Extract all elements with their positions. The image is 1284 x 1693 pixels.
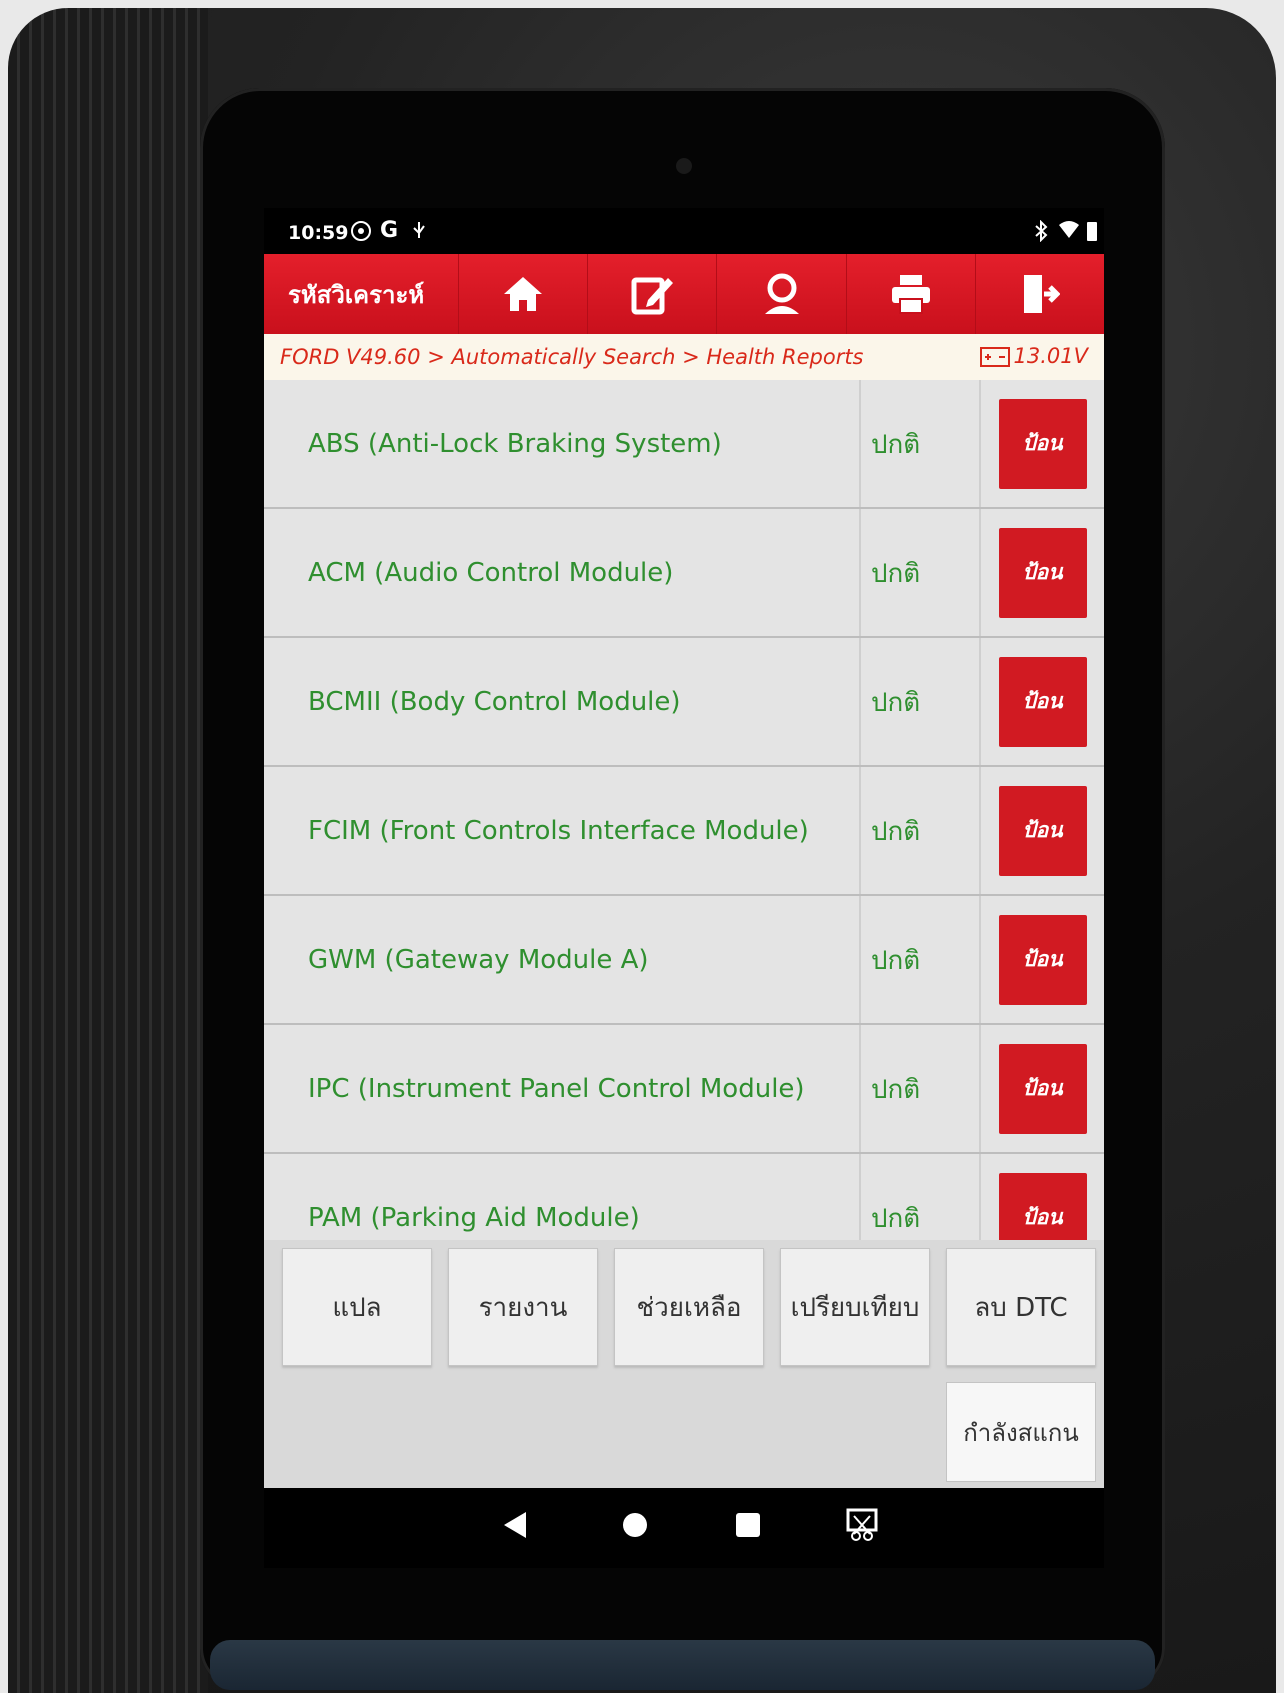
breadcrumb: FORD V49.60 > Automatically Search > Hea…: [264, 334, 1104, 380]
module-row: ABS (Anti-Lock Braking System) ปกติ ป้อน: [264, 380, 1104, 509]
compare-button[interactable]: เปรียบเทียบ: [780, 1248, 930, 1366]
enter-button[interactable]: ป้อน: [998, 527, 1087, 618]
home-nav-icon[interactable]: [623, 1513, 647, 1537]
battery-icon: [1086, 220, 1098, 247]
android-nav-bar: [264, 1488, 1104, 1568]
module-status: ปกติ: [861, 767, 981, 894]
front-camera: [676, 158, 692, 174]
usb-icon: [410, 220, 428, 247]
module-row: BCMII (Body Control Module) ปกติ ป้อน: [264, 638, 1104, 767]
enter-button[interactable]: ป้อน: [998, 656, 1087, 747]
home-icon: [504, 277, 543, 311]
breadcrumb-path: FORD V49.60 > Automatically Search > Hea…: [280, 345, 864, 369]
wifi-icon: [1058, 220, 1080, 245]
enter-button[interactable]: ป้อน: [998, 1172, 1087, 1240]
clear-dtc-button[interactable]: ลบ DTC: [946, 1248, 1096, 1366]
exit-icon: [1023, 275, 1060, 313]
google-icon: G: [380, 218, 399, 243]
voltage-value: 13.01V: [1013, 344, 1088, 368]
enter-button[interactable]: ป้อน: [998, 398, 1087, 489]
support-icon: [764, 273, 799, 314]
exit-button[interactable]: [974, 254, 1104, 334]
print-button[interactable]: [845, 254, 975, 334]
recent-apps-icon[interactable]: [736, 1513, 760, 1537]
module-status: ปกติ: [861, 896, 981, 1023]
battery-voltage: 13.01V: [979, 344, 1088, 368]
app-title: รหัสวิเคราะห์: [288, 280, 425, 309]
car-battery-icon: [979, 347, 1010, 367]
main-toolbar: รหัสวิเคราะห์: [264, 254, 1104, 334]
support-button[interactable]: [716, 254, 845, 334]
print-icon: [891, 275, 930, 314]
module-name: ACM (Audio Control Module): [264, 509, 861, 636]
bluetooth-icon: [1034, 219, 1048, 247]
edit-icon: [631, 277, 674, 315]
module-name: BCMII (Body Control Module): [264, 638, 861, 765]
module-status: ปกติ: [861, 380, 981, 507]
back-icon[interactable]: [504, 1512, 526, 1538]
status-bar: 10:59 G: [264, 208, 1104, 256]
enter-button[interactable]: ป้อน: [998, 1043, 1087, 1134]
module-row: GWM (Gateway Module A) ปกติ ป้อน: [264, 896, 1104, 1025]
bezel-strip: [210, 1640, 1155, 1690]
help-button[interactable]: ช่วยเหลือ: [614, 1248, 764, 1366]
module-name: ABS (Anti-Lock Braking System): [264, 380, 861, 507]
module-row: FCIM (Front Controls Interface Module) ป…: [264, 767, 1104, 896]
module-name: GWM (Gateway Module A): [264, 896, 861, 1023]
enter-button[interactable]: ป้อน: [998, 914, 1087, 1005]
report-button[interactable]: รายงาน: [448, 1248, 598, 1366]
status-time: 10:59: [288, 222, 349, 244]
module-status: ปกติ: [861, 638, 981, 765]
edit-button[interactable]: [587, 254, 716, 334]
screen: 10:59 G รหัสวิเคราะห์ FORD V49.60 > Auto…: [264, 208, 1104, 1488]
module-row: ACM (Audio Control Module) ปกติ ป้อน: [264, 509, 1104, 638]
home-button[interactable]: [458, 254, 587, 334]
translate-button[interactable]: แปล: [282, 1248, 432, 1366]
module-name: FCIM (Front Controls Interface Module): [264, 767, 861, 894]
module-name: PAM (Parking Aid Module): [264, 1154, 861, 1240]
settings-icon: [350, 220, 372, 247]
module-row: IPC (Instrument Panel Control Module) ปก…: [264, 1025, 1104, 1154]
module-status: ปกติ: [861, 1154, 981, 1240]
scanning-button[interactable]: กำลังสแกน: [946, 1382, 1096, 1482]
function-bar: แปล รายงาน ช่วยเหลือ เปรียบเทียบ ลบ DTC …: [264, 1240, 1104, 1488]
enter-button[interactable]: ป้อน: [998, 785, 1087, 876]
module-name: IPC (Instrument Panel Control Module): [264, 1025, 861, 1152]
module-status: ปกติ: [861, 1025, 981, 1152]
module-row: PAM (Parking Aid Module) ปกติ ป้อน: [264, 1154, 1104, 1240]
module-list: ABS (Anti-Lock Braking System) ปกติ ป้อน…: [264, 380, 1104, 1240]
screenshot-icon[interactable]: [846, 1508, 878, 1546]
module-status: ปกติ: [861, 509, 981, 636]
